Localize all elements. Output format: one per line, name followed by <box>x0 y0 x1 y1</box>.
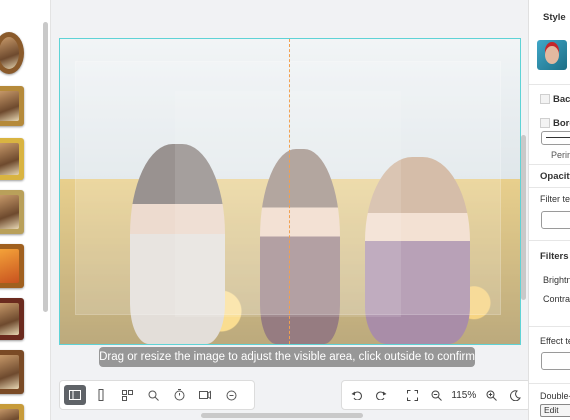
double-click-hint: Double-c <box>540 391 570 401</box>
edit-button[interactable]: Edit <box>540 404 570 417</box>
border-checkbox[interactable] <box>540 118 550 128</box>
thumbnail-round-portrait-frame[interactable] <box>0 32 24 74</box>
video-icon[interactable] <box>194 385 216 405</box>
thumbnail-classic-frame[interactable] <box>0 190 24 234</box>
properties-panel: Style Back Bord Perim Opacity Filter tem… <box>528 0 570 420</box>
style-heading: Style <box>543 12 566 23</box>
filter-template-label: Filter tem <box>540 194 570 204</box>
fit-screen-icon[interactable] <box>402 385 424 405</box>
zoom-out-icon[interactable] <box>426 385 448 405</box>
search-icon[interactable] <box>142 385 164 405</box>
divider <box>529 326 570 327</box>
zoom-icon[interactable] <box>220 385 242 405</box>
thumbnail-wood-frame[interactable] <box>0 298 24 340</box>
crop-inner-area[interactable] <box>175 91 401 317</box>
divider <box>529 383 570 384</box>
divider <box>529 187 570 188</box>
filters-heading: Filters <box>540 251 569 262</box>
zoom-level: 115% <box>451 389 477 401</box>
thumbnail-gold-frame-2[interactable] <box>0 404 24 420</box>
background-label: Back <box>553 94 570 105</box>
border-style-select[interactable] <box>541 131 570 145</box>
dark-mode-icon[interactable] <box>504 385 526 405</box>
thumbnail-baroque-frame[interactable] <box>0 244 24 288</box>
crop-hint-message: Drag or resize the image to adjust the v… <box>99 347 475 367</box>
thumbnail-ornate-gold-frame[interactable] <box>0 86 24 126</box>
style-preview-thumbnail[interactable] <box>537 40 567 70</box>
brightness-label: Brightne <box>543 275 570 285</box>
grid-icon[interactable] <box>116 385 138 405</box>
split-icon[interactable] <box>90 385 112 405</box>
effect-template-label: Effect tem <box>540 336 570 346</box>
frames-panel <box>0 0 51 420</box>
zoom-in-icon[interactable] <box>480 385 502 405</box>
canvas-vertical-scrollbar[interactable] <box>521 135 526 300</box>
filter-template-select[interactable] <box>541 211 570 229</box>
edit-toolbar: 115% <box>341 380 531 410</box>
contrast-label: Contrast <box>543 294 570 304</box>
divider <box>529 164 570 165</box>
undo-icon[interactable] <box>346 385 368 405</box>
photo-crop-frame[interactable] <box>59 38 521 345</box>
redo-icon[interactable] <box>370 385 392 405</box>
timer-icon[interactable] <box>168 385 190 405</box>
perimeter-label: Perim <box>551 150 570 160</box>
thumbnail-brown-frame[interactable] <box>0 350 24 394</box>
background-checkbox[interactable] <box>540 94 550 104</box>
divider <box>529 240 570 241</box>
view-toolbar <box>59 380 255 410</box>
center-guide-line <box>289 39 290 344</box>
layout-icon[interactable] <box>64 385 86 405</box>
divider <box>529 84 570 85</box>
editor-canvas[interactable]: Drag or resize the image to adjust the v… <box>51 0 531 420</box>
canvas-horizontal-scrollbar[interactable] <box>201 413 363 418</box>
opacity-label: Opacity <box>540 171 570 182</box>
border-label: Bord <box>553 118 570 129</box>
thumbnail-gold-frame[interactable] <box>0 138 24 180</box>
left-panel-scrollbar[interactable] <box>43 22 48 312</box>
effect-template-select[interactable] <box>541 352 570 370</box>
